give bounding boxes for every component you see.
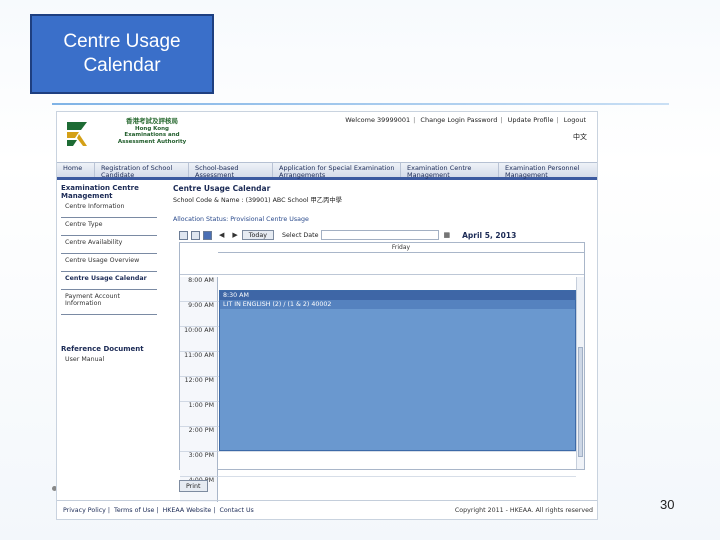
main-content: Centre Usage Calendar School Code & Name… (173, 184, 593, 223)
nav-centre-management[interactable]: Examination Centre Management (401, 163, 499, 178)
school-label: School Code & Name : (173, 197, 244, 204)
day-calendar: Friday 8:00 AM 9:00 AM 10:00 AM 11:00 AM… (179, 242, 585, 502)
hkeaa-website-link[interactable]: HKEAA Website (161, 507, 214, 514)
time-column: 8:00 AM 9:00 AM 10:00 AM 11:00 AM 12:00 … (180, 277, 218, 502)
nav-school-based-assessment[interactable]: School-based Assessment (189, 163, 273, 178)
school-name-cn: 甲乙丙中學 (310, 197, 342, 204)
day-view-button[interactable] (179, 230, 188, 240)
current-date: April 5, 2013 (462, 230, 517, 240)
nav-personnel-management[interactable]: Examination Personnel Management (499, 163, 597, 178)
previous-arrow-icon[interactable]: ◀ (219, 231, 224, 239)
sidebar-item-centre-usage-calendar[interactable]: Centre Usage Calendar (61, 272, 157, 290)
sidebar-item-centre-information[interactable]: Centre Information (61, 200, 157, 218)
reference-title: Reference Document (61, 345, 144, 353)
organization-name: 香港考試及評核局 Hong Kong Examinations and Asse… (97, 118, 207, 145)
grid-row[interactable] (218, 452, 576, 477)
calendar-day-header: Friday (218, 243, 584, 253)
scrollbar-thumb[interactable] (578, 347, 583, 457)
terms-of-use-link[interactable]: Terms of Use (112, 507, 156, 514)
nav-registration[interactable]: Registration of School Candidate (95, 163, 189, 178)
page-title: Centre Usage Calendar (173, 184, 271, 193)
nav-special-arrangements[interactable]: Application for Special Examination Arra… (273, 163, 401, 178)
top-links: Welcome 39999001 | Change Login Password |… (342, 116, 589, 124)
change-password-link[interactable]: Change Login Password (417, 116, 500, 124)
calendar-toolbar: ◀ ▶ Today Select Date ▦ April 5, 2013 (179, 229, 587, 241)
school-info: School Code & Name : (39901) ABC School … (173, 195, 593, 204)
time-slot: 1:00 PM (180, 402, 218, 427)
slide-title-line2: Calendar (83, 55, 161, 76)
time-slot: 12:00 PM (180, 377, 218, 402)
slide-title-box: Centre Usage Calendar (30, 14, 214, 94)
select-date-label: Select Date (282, 231, 319, 239)
event-time: 8:30 AM (220, 291, 575, 300)
time-slot: 9:00 AM (180, 302, 218, 327)
calendar-scrollbar[interactable] (576, 277, 584, 469)
time-slot: 8:00 AM (180, 277, 218, 302)
next-arrow-icon[interactable]: ▶ (232, 231, 237, 239)
update-profile-link[interactable]: Update Profile (505, 116, 557, 124)
welcome-text: Welcome 39999001 (345, 116, 411, 124)
copyright-text: Copyright 2011 - HKEAA. All rights reser… (454, 507, 593, 514)
privacy-policy-link[interactable]: Privacy Policy (61, 507, 108, 514)
link-separator: | (500, 116, 503, 124)
language-toggle[interactable]: 中文 (573, 132, 587, 142)
logout-link[interactable]: Logout (561, 116, 589, 124)
today-button[interactable]: Today (241, 230, 274, 240)
contact-us-link[interactable]: Contact Us (217, 507, 255, 514)
sidebar-section-title: Examination Centre Management (61, 184, 139, 200)
organization-name-cn: 香港考試及評核局 (126, 117, 178, 125)
main-nav: Home Registration of School Candidate Sc… (57, 162, 597, 180)
portal-header: 香港考試及評核局 Hong Kong Examinations and Asse… (57, 112, 597, 162)
all-day-row (180, 253, 584, 275)
select-date-input[interactable] (321, 230, 440, 240)
time-slot: 3:00 PM (180, 452, 218, 477)
sidebar-item-centre-type[interactable]: Centre Type (61, 218, 157, 236)
slide-title-line1: Centre Usage (63, 31, 181, 52)
sidebar-item-centre-availability[interactable]: Centre Availability (61, 236, 157, 254)
school-name: ABC School (272, 197, 309, 204)
link-separator: | (413, 116, 416, 124)
organization-name-line3: Assessment Authority (117, 138, 187, 145)
sidebar-item-centre-usage-overview[interactable]: Centre Usage Overview (61, 254, 157, 272)
link-separator: | (556, 116, 559, 124)
sidebar-item-user-manual[interactable]: User Manual (61, 353, 157, 370)
school-code: (39901) (245, 197, 271, 204)
page-number: 30 (660, 497, 675, 512)
top-rule-divider (52, 103, 669, 105)
time-slot: 11:00 AM (180, 352, 218, 377)
print-button[interactable]: Print (179, 480, 208, 492)
sidebar: Examination Centre Management Centre Inf… (61, 184, 161, 370)
calendar-icon[interactable]: ▦ (443, 231, 450, 239)
week-view-button[interactable] (191, 230, 200, 240)
event-title: LIT IN ENGLISH (2) / (1 & 2) 40002 (220, 300, 575, 309)
sidebar-item-payment-account[interactable]: Payment Account Information (61, 290, 157, 315)
allocation-status: Allocation Status: Provisional Centre Us… (173, 216, 309, 223)
time-slot: 2:00 PM (180, 427, 218, 452)
time-slot: 10:00 AM (180, 327, 218, 352)
hkeaa-logo-icon (67, 122, 87, 146)
month-view-button[interactable] (203, 230, 212, 240)
portal-screenshot: 香港考試及評核局 Hong Kong Examinations and Asse… (56, 111, 598, 520)
portal-footer: Privacy Policy | Terms of Use | HKEAA Webs… (57, 500, 597, 519)
nav-home[interactable]: Home (57, 163, 95, 177)
calendar-event[interactable]: 8:30 AM LIT IN ENGLISH (2) / (1 & 2) 400… (219, 290, 576, 451)
